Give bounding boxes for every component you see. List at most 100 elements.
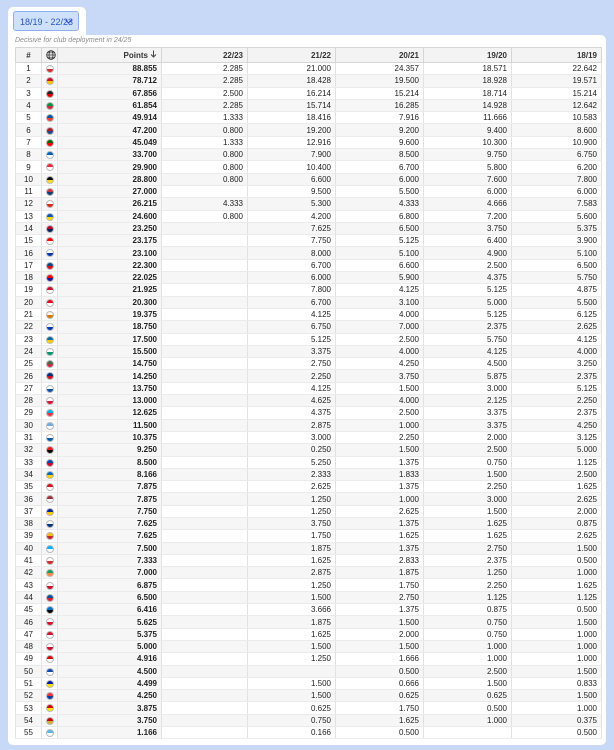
header-points[interactable]: Points xyxy=(57,47,162,63)
country-flag-cell xyxy=(41,628,58,641)
rank-cell: 40 xyxy=(15,542,42,555)
table-row[interactable]: 54 3.750 0.750 1.625 1.000 0.375 xyxy=(15,714,602,728)
table-row[interactable]: 32 9.250 0.250 1.500 2.500 5.000 xyxy=(15,443,602,457)
table-row[interactable]: 34 8.166 2.333 1.833 1.500 2.500 xyxy=(15,468,602,482)
rank-cell: 15 xyxy=(15,234,42,248)
country-flag-cell xyxy=(41,603,58,617)
table-row[interactable]: 3 67.856 2.500 16.214 15.214 18.714 15.214 xyxy=(15,87,602,100)
table-row[interactable]: 26 14.250 2.250 3.750 5.875 2.375 xyxy=(15,369,602,383)
table-row[interactable]: 6 47.200 0.800 19.200 9.200 9.400 8.600 xyxy=(15,123,602,137)
header-season-1[interactable]: 22/23 xyxy=(161,47,248,63)
header-season-2[interactable]: 21/22 xyxy=(247,47,336,63)
table-row[interactable]: 28 13.000 4.625 4.000 2.125 2.250 xyxy=(15,394,602,408)
season-4-cell: 3.375 xyxy=(423,419,512,432)
season-selector[interactable]: 18/19 - 22/23 xyxy=(13,11,79,31)
table-row[interactable]: 21 19.375 4.125 4.000 5.125 6.125 xyxy=(15,308,602,322)
table-row[interactable]: 8 33.700 0.800 7.900 8.500 9.750 6.750 xyxy=(15,148,602,162)
table-row[interactable]: 47 5.375 1.625 2.000 0.750 1.000 xyxy=(15,628,602,641)
season-5-cell: 1.125 xyxy=(511,591,602,605)
table-row[interactable]: 2 78.712 2.285 18.428 19.500 18.928 19.571 xyxy=(15,74,602,88)
table-row[interactable]: 10 28.800 0.800 6.600 6.000 7.600 7.800 xyxy=(15,173,602,186)
table-row[interactable]: 7 45.049 1.333 12.916 9.600 10.300 10.900 xyxy=(15,136,602,150)
table-row[interactable]: 42 7.000 2.875 1.875 1.250 1.000 xyxy=(15,566,602,580)
table-row[interactable]: 43 6.875 1.250 1.750 2.250 1.625 xyxy=(15,578,602,592)
table-row[interactable]: 23 17.500 5.125 2.500 5.750 4.125 xyxy=(15,333,602,346)
table-row[interactable]: 1 88.855 2.285 21.000 24.357 18.571 22.642 xyxy=(15,62,602,76)
table-row[interactable]: 39 7.625 1.750 1.625 1.625 2.625 xyxy=(15,529,602,543)
table-row[interactable]: 31 10.375 3.000 2.250 2.000 3.125 xyxy=(15,431,602,445)
table-row[interactable]: 5 49.914 1.333 18.416 7.916 11.666 10.583 xyxy=(15,111,602,125)
table-row[interactable]: 15 23.175 7.750 5.125 6.400 3.900 xyxy=(15,234,602,248)
table-row[interactable]: 51 4.499 1.500 0.666 1.500 0.833 xyxy=(15,677,602,691)
header-season-5[interactable]: 18/19 xyxy=(511,47,602,63)
points-cell: 47.200 xyxy=(57,123,162,137)
country-flag-cell xyxy=(41,74,58,88)
table-row[interactable]: 13 24.600 0.800 4.200 6.800 7.200 5.600 xyxy=(15,210,602,223)
season-2-cell: 4.125 xyxy=(247,382,336,396)
table-row[interactable]: 44 6.500 1.500 2.750 1.125 1.125 xyxy=(15,591,602,605)
table-row[interactable]: 48 5.000 1.500 1.500 1.000 1.000 xyxy=(15,640,602,654)
table-row[interactable]: 4 61.854 2.285 15.714 16.285 14.928 12.642 xyxy=(15,99,602,113)
country-flag-icon xyxy=(46,606,54,615)
table-row[interactable]: 24 15.500 3.375 4.000 4.125 4.000 xyxy=(15,345,602,359)
country-flag-icon xyxy=(46,138,54,147)
table-row[interactable]: 50 4.500 0.500 2.500 1.500 xyxy=(15,665,602,678)
table-row[interactable]: 16 23.100 8.000 5.100 4.900 5.100 xyxy=(15,246,602,260)
table-row[interactable]: 38 7.625 3.750 1.375 1.625 0.875 xyxy=(15,517,602,531)
rank-cell: 49 xyxy=(15,652,42,666)
table-row[interactable]: 52 4.250 1.500 0.625 0.625 1.500 xyxy=(15,689,602,703)
season-1-cell: 0.800 xyxy=(161,173,248,186)
country-flag-cell xyxy=(41,197,58,211)
table-row[interactable]: 29 12.625 4.375 2.500 3.375 2.375 xyxy=(15,406,602,420)
header-rank[interactable]: # xyxy=(15,47,42,63)
season-5-cell: 2.250 xyxy=(511,394,602,408)
table-row[interactable]: 9 29.900 0.800 10.400 6.700 5.800 6.200 xyxy=(15,160,602,174)
season-3-cell: 0.625 xyxy=(335,689,424,703)
table-row[interactable]: 22 18.750 6.750 7.000 2.375 2.625 xyxy=(15,320,602,334)
season-3-cell: 9.600 xyxy=(335,136,424,150)
season-3-cell: 2.500 xyxy=(335,406,424,420)
table-row[interactable]: 45 6.416 3.666 1.375 0.875 0.500 xyxy=(15,603,602,617)
country-flag-icon xyxy=(46,261,54,270)
table-row[interactable]: 27 13.750 4.125 1.500 3.000 5.125 xyxy=(15,382,602,396)
table-row[interactable]: 20 20.300 6.700 3.100 5.000 5.500 xyxy=(15,296,602,309)
header-season-4[interactable]: 19/20 xyxy=(423,47,512,63)
rank-cell: 36 xyxy=(15,492,42,506)
table-row[interactable]: 25 14.750 2.750 4.250 4.500 3.250 xyxy=(15,357,602,371)
season-1-cell xyxy=(161,701,248,715)
table-row[interactable]: 36 7.875 1.250 1.000 3.000 2.625 xyxy=(15,492,602,506)
season-5-cell: 22.642 xyxy=(511,62,602,76)
table-row[interactable]: 11 27.000 9.500 5.500 6.000 6.000 xyxy=(15,185,602,199)
points-cell: 4.500 xyxy=(57,665,162,678)
table-row[interactable]: 19 21.925 7.800 4.125 5.125 4.875 xyxy=(15,283,602,297)
season-3-cell: 1.500 xyxy=(335,382,424,396)
season-4-cell: 9.750 xyxy=(423,148,512,162)
table-row[interactable]: 40 7.500 1.875 1.375 2.750 1.500 xyxy=(15,542,602,555)
table-row[interactable]: 41 7.333 1.625 2.833 2.375 0.500 xyxy=(15,554,602,568)
table-row[interactable]: 12 26.215 4.333 5.300 4.333 4.666 7.583 xyxy=(15,197,602,211)
header-country[interactable] xyxy=(41,47,58,63)
table-row[interactable]: 18 22.025 6.000 5.900 4.375 5.750 xyxy=(15,271,602,285)
season-1-cell xyxy=(161,591,248,605)
table-row[interactable]: 30 11.500 2.875 1.000 3.375 4.250 xyxy=(15,419,602,432)
country-flag-cell xyxy=(41,333,58,346)
table-row[interactable]: 55 1.166 0.166 0.500 0.500 xyxy=(15,726,602,740)
season-2-cell: 15.714 xyxy=(247,99,336,113)
points-cell: 5.625 xyxy=(57,615,162,629)
table-row[interactable]: 14 23.250 7.625 6.500 3.750 5.375 xyxy=(15,222,602,236)
rank-cell: 37 xyxy=(15,505,42,518)
table-row[interactable]: 35 7.875 2.625 1.375 2.250 1.625 xyxy=(15,480,602,494)
table-row[interactable]: 53 3.875 0.625 1.750 0.500 1.000 xyxy=(15,701,602,715)
table-row[interactable]: 33 8.500 5.250 1.375 0.750 1.125 xyxy=(15,456,602,469)
header-season-3[interactable]: 20/21 xyxy=(335,47,424,63)
season-2-cell: 1.500 xyxy=(247,640,336,654)
season-5-cell: 1.000 xyxy=(511,566,602,580)
season-4-cell: 18.714 xyxy=(423,87,512,100)
season-4-cell: 0.875 xyxy=(423,603,512,617)
table-row[interactable]: 17 22.300 6.700 6.600 2.500 6.500 xyxy=(15,259,602,273)
season-2-cell: 2.250 xyxy=(247,369,336,383)
table-row[interactable]: 49 4.916 1.250 1.666 1.000 1.000 xyxy=(15,652,602,666)
season-1-cell xyxy=(161,369,248,383)
table-row[interactable]: 37 7.750 1.250 2.625 1.500 2.000 xyxy=(15,505,602,518)
table-row[interactable]: 46 5.625 1.875 1.500 0.750 1.500 xyxy=(15,615,602,629)
